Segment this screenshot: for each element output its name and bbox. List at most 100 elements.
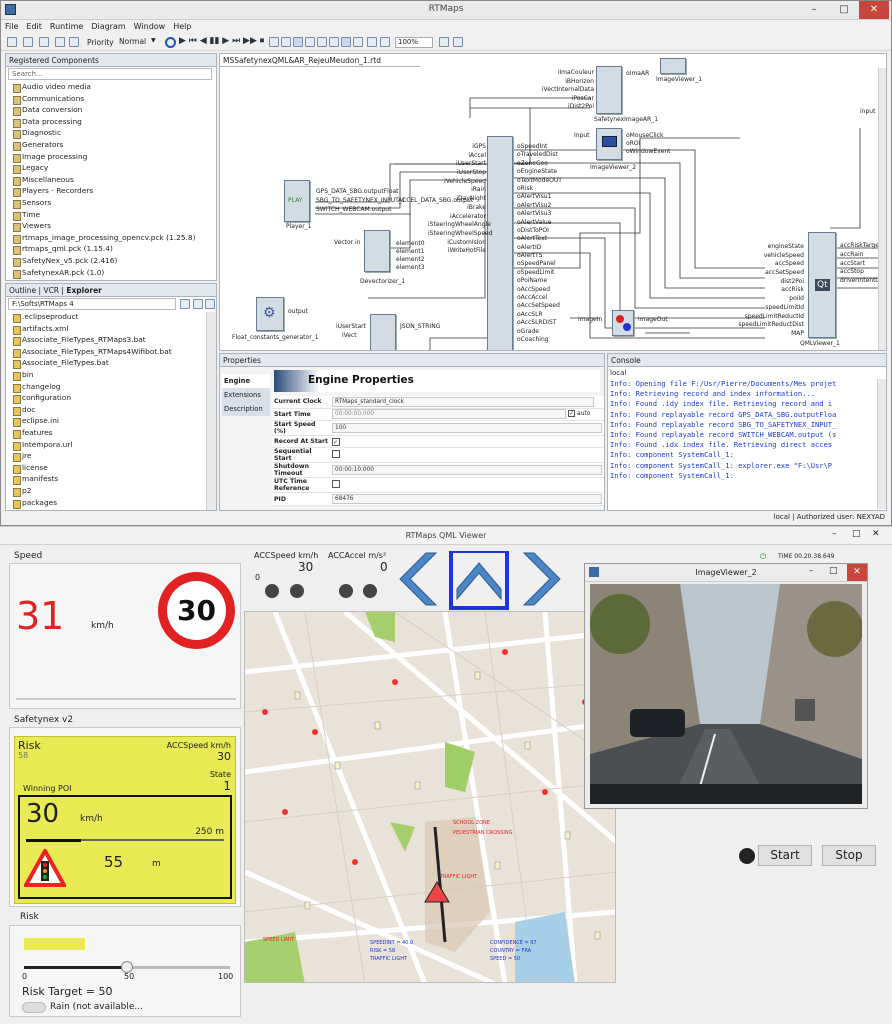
playback-controls[interactable]: ▶ ⏮ ◀ ▮▮ ▶ ⏭ ▶▶ ⏹ xyxy=(179,36,264,46)
menu-runtime[interactable]: Runtime xyxy=(46,21,87,32)
zoom-page-icon[interactable] xyxy=(439,37,449,47)
search-input[interactable]: Search... xyxy=(8,68,212,80)
print-icon[interactable] xyxy=(69,37,79,47)
arrow-up-icon[interactable] xyxy=(456,562,502,601)
tab-outline[interactable]: Outline xyxy=(9,286,36,295)
diagram-tab[interactable]: MSSafetynexQML&AR_RejeuMeudon_1.rtd xyxy=(220,54,420,67)
home-icon[interactable] xyxy=(193,299,203,309)
viewer-minimize-button[interactable]: – xyxy=(809,566,814,576)
imageviewer2-block[interactable] xyxy=(596,128,622,160)
menu-file[interactable]: File xyxy=(1,21,22,32)
minimize-button[interactable]: – xyxy=(799,1,829,19)
properties-tab[interactable]: Properties xyxy=(220,354,604,367)
refresh-icon[interactable] xyxy=(205,299,215,309)
stop-button[interactable]: Stop xyxy=(822,845,876,866)
opencv-block[interactable] xyxy=(612,310,634,336)
map-view[interactable]: SPEED LIMIT SCHOOL ZONE PEDESTRIAN CROSS… xyxy=(244,611,616,983)
imageviewer1-block[interactable] xyxy=(660,58,686,74)
sequential-start-checkbox[interactable] xyxy=(332,450,340,459)
file-item[interactable]: .eclipseproduct xyxy=(10,312,208,324)
explorer-path[interactable]: F:\Softs\RTMaps 4 xyxy=(8,298,176,310)
tree-item[interactable]: Data processing xyxy=(10,117,210,129)
tab-extensions[interactable]: Extensions xyxy=(222,388,270,402)
menu-help[interactable]: Help xyxy=(169,21,195,32)
layout-icon[interactable] xyxy=(453,37,463,47)
start-speed-field[interactable]: 100 xyxy=(332,423,602,434)
save-all-icon[interactable] xyxy=(55,37,65,47)
maximize-button[interactable]: □ xyxy=(829,1,859,19)
tab-description[interactable]: Description xyxy=(222,402,270,416)
tree-item[interactable]: Miscellaneous xyxy=(10,175,210,187)
tab-explorer[interactable]: Explorer xyxy=(66,286,102,295)
console-scrollbar[interactable] xyxy=(877,379,886,509)
start-time-field[interactable]: 00:00:00.000 xyxy=(332,409,566,420)
qml-minimize-button[interactable]: – xyxy=(832,529,837,539)
arrow-right-icon[interactable] xyxy=(522,552,561,606)
select-icon[interactable] xyxy=(293,37,303,47)
tree-item[interactable]: SafetynexAR.pck (1.0) xyxy=(10,268,210,280)
power-icon[interactable] xyxy=(165,37,176,48)
safetynex-image-ar-block[interactable] xyxy=(596,66,622,114)
viewer-maximize-button[interactable]: □ xyxy=(829,566,838,576)
folder-item[interactable]: features xyxy=(10,428,208,440)
tree-item[interactable]: Sensors xyxy=(10,198,210,210)
tree-item[interactable]: SafetyNex_v5.pck (2.416) xyxy=(10,256,210,268)
qmlviewer-block[interactable]: Qt xyxy=(808,232,836,338)
up-icon[interactable] xyxy=(180,299,190,309)
tree-item[interactable]: Image processing xyxy=(10,152,210,164)
tree-item[interactable]: Time xyxy=(10,210,210,222)
risk-slider-track[interactable] xyxy=(24,961,230,973)
arrange-icon[interactable] xyxy=(269,37,279,47)
tree-item[interactable]: Diagnostic xyxy=(10,128,210,140)
tab-engine[interactable]: Engine xyxy=(222,374,270,388)
arrow-left-icon[interactable] xyxy=(399,552,438,606)
menu-diagram[interactable]: Diagram xyxy=(87,21,129,32)
record-icon[interactable] xyxy=(317,37,327,47)
console-tab[interactable]: Console xyxy=(608,354,886,367)
file-item[interactable]: changelog xyxy=(10,382,208,394)
float-generator-block[interactable]: ⚙ xyxy=(256,297,284,331)
explorer-scrollbar[interactable] xyxy=(206,312,216,510)
tree-item[interactable]: Legacy xyxy=(10,163,210,175)
folder-item[interactable]: manifests xyxy=(10,474,208,486)
wire-icon[interactable] xyxy=(305,37,315,47)
folder-item[interactable]: packages xyxy=(10,498,208,510)
viewer-close-button[interactable]: ✕ xyxy=(847,564,867,581)
grid-icon[interactable] xyxy=(281,37,291,47)
devectorizer-block[interactable] xyxy=(364,230,390,272)
folder-item[interactable]: doc xyxy=(10,405,208,417)
tree-item[interactable]: rtmaps_image_processing_opencv.pck (1.25… xyxy=(10,233,210,245)
tab-vcr[interactable]: VCR xyxy=(43,286,59,295)
tree-item[interactable]: Data conversion xyxy=(10,105,210,117)
folder-item[interactable]: jre xyxy=(10,451,208,463)
safetynex-block[interactable] xyxy=(487,136,513,350)
open-icon[interactable] xyxy=(23,37,33,47)
menu-window[interactable]: Window xyxy=(130,21,170,32)
zoom-out-icon[interactable] xyxy=(380,37,390,47)
json-block[interactable] xyxy=(370,314,396,350)
qml-maximize-button[interactable]: □ xyxy=(852,529,861,539)
tree-item[interactable]: Generators xyxy=(10,140,210,152)
tree-item[interactable]: Players - Recorders xyxy=(10,186,210,198)
file-item[interactable]: eclipse.ini xyxy=(10,416,208,428)
start-button[interactable]: Start xyxy=(758,845,812,866)
rain-toggle[interactable] xyxy=(22,1002,46,1013)
file-item[interactable]: Associate_FileTypes_RTMaps4Wifibot.bat xyxy=(10,347,208,359)
zoom-in-icon[interactable] xyxy=(367,37,377,47)
registered-components-tab[interactable]: Registered Components xyxy=(6,54,216,67)
folder-item[interactable]: configuration xyxy=(10,393,208,405)
clock-select[interactable]: RTMaps_standard_clock xyxy=(332,396,594,407)
folder-item[interactable]: bin xyxy=(10,370,208,382)
file-item[interactable]: Intempora.url xyxy=(10,440,208,452)
folder-item[interactable]: p2 xyxy=(10,486,208,498)
diagram-scrollbar[interactable] xyxy=(878,68,886,350)
player-block[interactable]: PLAY xyxy=(284,180,310,222)
save-icon[interactable] xyxy=(39,37,49,47)
close-button[interactable]: ✕ xyxy=(859,1,889,19)
auto-checkbox[interactable]: ✓ xyxy=(567,410,575,418)
file-item[interactable]: artifacts.xml xyxy=(10,324,208,336)
file-item[interactable]: Associate_FileTypes.bat xyxy=(10,358,208,370)
file-item[interactable]: license xyxy=(10,463,208,475)
link-icon[interactable] xyxy=(329,37,339,47)
qml-close-button[interactable]: ✕ xyxy=(872,529,880,539)
